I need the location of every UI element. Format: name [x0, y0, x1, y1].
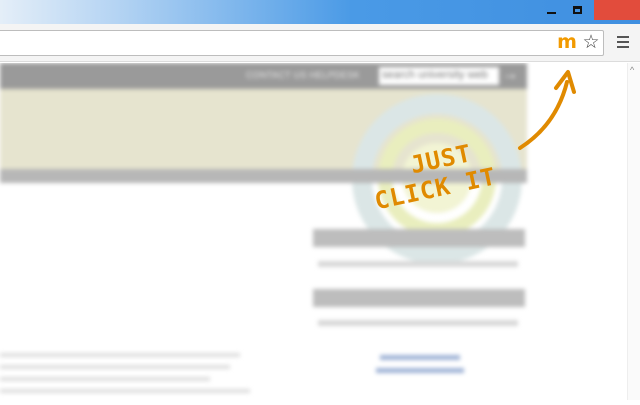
- restore-icon[interactable]: [566, 0, 588, 20]
- scroll-up-icon[interactable]: ^: [630, 65, 634, 75]
- body-text-line-2: [0, 365, 230, 369]
- site-banner: [0, 89, 527, 264]
- site-header: CONTACT US HELPDESK search university we…: [0, 63, 527, 89]
- sidebar-heading-2: [313, 289, 525, 307]
- browser-toolbar: m ☆: [0, 24, 640, 62]
- search-arrow-icon[interactable]: →: [501, 65, 519, 85]
- window-titlebar: [0, 0, 640, 24]
- vertical-scrollbar[interactable]: ^: [627, 63, 640, 400]
- site-search-input[interactable]: search university web: [379, 67, 499, 85]
- hamburger-menu-icon[interactable]: [612, 32, 634, 52]
- sidebar-text-2: [318, 320, 518, 326]
- body-text-line-4: [0, 389, 250, 393]
- m-extension-icon[interactable]: m: [556, 32, 578, 54]
- sidebar-heading-1: [313, 229, 525, 247]
- close-button[interactable]: [594, 0, 640, 20]
- star-icon[interactable]: ☆: [580, 32, 602, 54]
- body-text-line-1: [0, 353, 240, 357]
- blurred-webpage: CONTACT US HELPDESK search university we…: [0, 63, 527, 400]
- address-bar[interactable]: m ☆: [0, 30, 604, 56]
- sidebar-link-1[interactable]: [380, 355, 460, 360]
- page-viewport: CONTACT US HELPDESK search university we…: [0, 63, 640, 400]
- site-nav-links[interactable]: CONTACT US HELPDESK: [246, 70, 360, 80]
- sidebar-link-2[interactable]: [376, 368, 464, 373]
- sidebar-text-1: [318, 261, 518, 267]
- site-subbar: [0, 169, 527, 183]
- body-text-line-3: [0, 377, 210, 381]
- minimize-icon[interactable]: [540, 0, 562, 20]
